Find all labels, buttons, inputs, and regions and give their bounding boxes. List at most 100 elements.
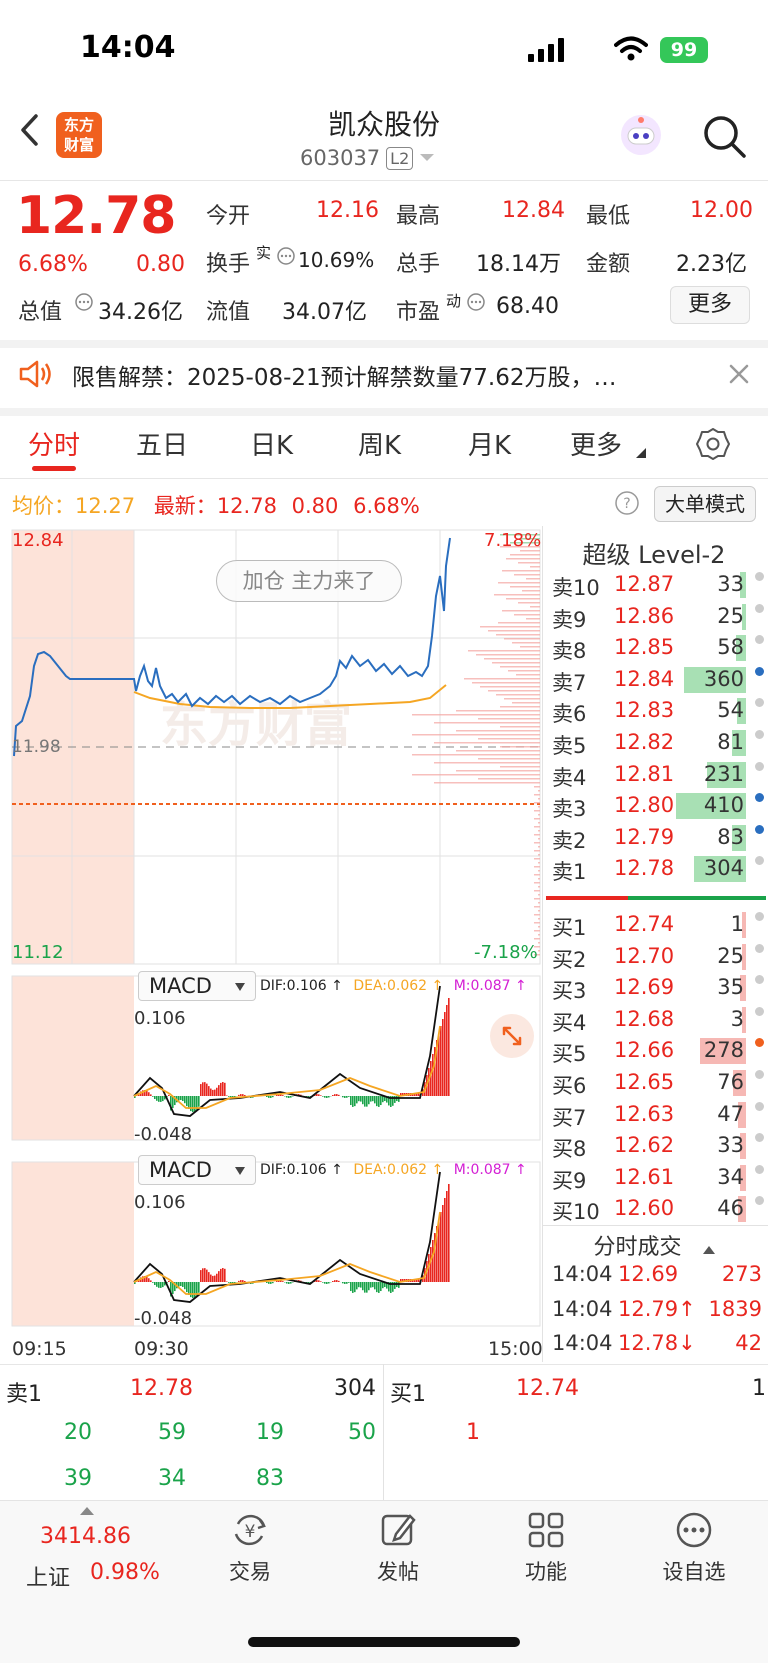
volume-profile-bar bbox=[534, 866, 540, 868]
bid-level-label: 买7 bbox=[552, 1105, 587, 1130]
bid-row[interactable]: 买7 12.63 47 bbox=[552, 1101, 766, 1133]
bid-row[interactable]: 买10 12.60 46 bbox=[552, 1196, 766, 1227]
ask-price: 12.78 bbox=[614, 856, 675, 881]
volume-profile-bar bbox=[456, 770, 540, 772]
macd-selector-2[interactable]: MACD bbox=[138, 1155, 256, 1185]
bid-indicator-dot bbox=[755, 1196, 764, 1206]
more-button[interactable]: 更多 bbox=[670, 286, 750, 324]
tab-intraday[interactable]: 分时 bbox=[28, 425, 80, 462]
index-name[interactable]: 上证 bbox=[26, 1560, 70, 1592]
tab-more[interactable]: 更多 bbox=[570, 425, 622, 462]
macd-bar bbox=[184, 1282, 186, 1290]
notice-text[interactable]: 限售解禁：2025-08-21预计解禁数量77.62万股，… bbox=[72, 358, 617, 392]
volume-profile-bar bbox=[518, 562, 540, 564]
macd-bar bbox=[150, 1280, 152, 1282]
ask-row[interactable]: 卖1 12.78 304 bbox=[552, 856, 766, 887]
macd-bar bbox=[350, 1096, 352, 1106]
ask-row[interactable]: 卖10 12.87 33 bbox=[552, 572, 766, 603]
macd-bar bbox=[356, 1096, 358, 1104]
ticks-title-label: 分时成交 bbox=[593, 1235, 682, 1260]
ask-row[interactable]: 卖4 12.81 231 bbox=[552, 761, 766, 793]
bid-row[interactable]: 买4 12.68 3 bbox=[552, 1006, 766, 1038]
tab-weekly-k[interactable]: 周K bbox=[358, 425, 401, 462]
ask-row[interactable]: 卖7 12.84 360 bbox=[552, 666, 766, 698]
macd-bar bbox=[244, 1094, 246, 1096]
bid-row[interactable]: 买3 12.69 35 bbox=[552, 975, 766, 1006]
info-icon[interactable] bbox=[276, 246, 296, 266]
macd-bar bbox=[148, 1278, 150, 1282]
macd-bar bbox=[368, 1096, 370, 1105]
volume-profile-bar bbox=[434, 782, 540, 784]
bid-row[interactable]: 买8 12.62 33 bbox=[552, 1133, 766, 1164]
bid-row[interactable]: 买1 12.74 1 bbox=[552, 912, 766, 943]
tab-monthly-k[interactable]: 月K bbox=[468, 425, 511, 462]
bid-row[interactable]: 买5 12.66 278 bbox=[552, 1038, 766, 1069]
intraday-chart[interactable]: 东方财富 bbox=[10, 526, 543, 1366]
macd-bar bbox=[398, 1096, 400, 1102]
close-icon[interactable] bbox=[727, 362, 751, 386]
tick-time: 14:04 bbox=[552, 1331, 613, 1355]
ask-level-label: 卖5 bbox=[552, 734, 587, 758]
stock-code-row[interactable]: 603037 L2 bbox=[300, 146, 435, 170]
ask-row[interactable]: 卖3 12.80 410 bbox=[552, 793, 766, 824]
info-icon[interactable] bbox=[466, 292, 486, 312]
volume-profile-bar bbox=[488, 690, 540, 692]
ticks-title[interactable]: 分时成交 bbox=[543, 1229, 765, 1261]
macd-bar bbox=[316, 1094, 318, 1096]
help-icon[interactable]: ? bbox=[614, 490, 640, 516]
bid-row[interactable]: 买9 12.61 34 bbox=[552, 1164, 766, 1196]
ask-volume: 81 bbox=[717, 730, 744, 754]
tab-five-day[interactable]: 五日 bbox=[136, 425, 188, 462]
expand-button[interactable] bbox=[490, 1014, 534, 1058]
tab-daily-k[interactable]: 日K bbox=[250, 425, 293, 462]
nav-trade[interactable]: ¥ 交易 bbox=[190, 1510, 310, 1586]
index-pct[interactable]: 0.98% bbox=[90, 1560, 160, 1585]
gear-icon[interactable] bbox=[696, 427, 730, 461]
volume-profile-bar bbox=[538, 878, 540, 880]
macd-bar bbox=[358, 1282, 360, 1288]
ask-row[interactable]: 卖2 12.79 83 bbox=[552, 824, 766, 856]
dif-value: DIF:0.106 ↑ bbox=[260, 1162, 343, 1178]
queue-bid-label: 买1 bbox=[390, 1382, 426, 1407]
ask-row[interactable]: 卖8 12.85 58 bbox=[552, 635, 766, 666]
ask-row[interactable]: 卖6 12.83 54 bbox=[552, 698, 766, 729]
volume-profile-bar bbox=[504, 638, 540, 640]
bid-level-label: 买1 bbox=[552, 916, 587, 940]
nav-add-watchlist[interactable]: 设自选 bbox=[634, 1510, 754, 1586]
macd-bar bbox=[158, 1282, 160, 1288]
bid-ask-split-green bbox=[628, 896, 766, 900]
nav-functions[interactable]: 功能 bbox=[486, 1510, 606, 1586]
macd-selector[interactable]: MACD bbox=[138, 971, 256, 1001]
macd-bar bbox=[382, 1282, 384, 1289]
macd-bar bbox=[338, 1094, 340, 1096]
robot-assistant-icon[interactable] bbox=[618, 112, 664, 158]
queue-divider bbox=[0, 1364, 768, 1365]
macd-bar bbox=[350, 1282, 352, 1292]
time-start: 09:15 bbox=[12, 1338, 67, 1360]
banner-pill[interactable]: 加仓 主力来了 bbox=[216, 560, 402, 602]
bid-row[interactable]: 买2 12.70 25 bbox=[552, 943, 766, 975]
level2-title[interactable]: 超级 Level-2 bbox=[543, 535, 765, 570]
macd-bar bbox=[326, 1096, 328, 1098]
m-value: M:0.087 ↑ bbox=[453, 978, 527, 994]
volume-profile-bar bbox=[492, 662, 540, 664]
nav-post[interactable]: 发帖 bbox=[338, 1510, 458, 1586]
ask-volume: 304 bbox=[703, 856, 744, 881]
bid-volume: 33 bbox=[717, 1133, 744, 1158]
ask-row[interactable]: 卖9 12.86 25 bbox=[552, 603, 766, 635]
big-order-mode-button[interactable]: 大单模式 bbox=[654, 486, 756, 522]
macd-histogram bbox=[133, 985, 450, 1117]
ask-volume: 54 bbox=[717, 698, 744, 723]
index-value[interactable]: 3414.86 bbox=[40, 1524, 131, 1549]
search-icon[interactable] bbox=[700, 112, 748, 160]
macd-bar bbox=[156, 1096, 158, 1101]
bid-row[interactable]: 买6 12.65 76 bbox=[552, 1070, 766, 1101]
volume-profile-bar bbox=[534, 938, 540, 940]
info-icon[interactable] bbox=[74, 292, 94, 312]
premarket-shade-macd2 bbox=[12, 1162, 134, 1326]
ask-volume: 231 bbox=[703, 761, 744, 786]
macd-bar bbox=[332, 1095, 334, 1096]
volume-profile-bar bbox=[504, 698, 540, 700]
ask-row[interactable]: 卖5 12.82 81 bbox=[552, 730, 766, 761]
macd-bar bbox=[154, 1096, 156, 1100]
